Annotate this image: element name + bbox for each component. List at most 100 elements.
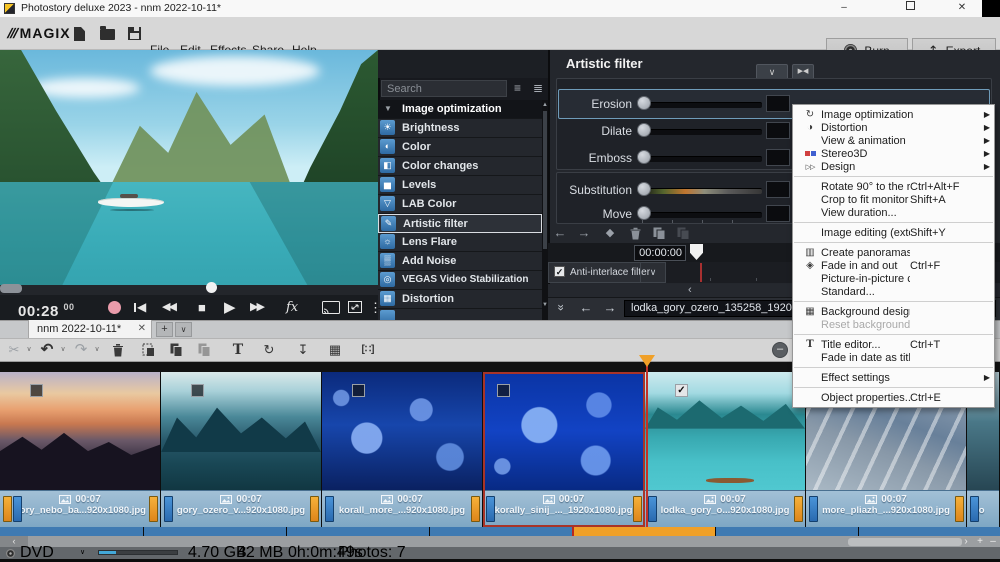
clip-handle-orange[interactable] [471,496,480,522]
crop-to-monitor-button[interactable]: ↧ [294,338,312,362]
undo-dropdown-icon[interactable]: ∨ [58,338,68,362]
clip-lodka-gory[interactable]: ✓ 00:07 lodka_gory_o...920x1080.jpg [645,372,806,527]
ctx-standard[interactable]: Standard... [793,285,994,298]
project-tab[interactable]: nnm 2022-10-11* ✕ [28,320,152,338]
clip-checkbox[interactable] [191,384,204,397]
emboss-slider-track[interactable] [642,156,762,162]
cut-button[interactable]: ✂ [6,338,22,362]
prev-object-button[interactable]: ← [578,300,594,316]
cut-dropdown-icon[interactable]: ∨ [24,338,34,362]
anti-interlace-checkbox[interactable]: ✓ [554,266,565,277]
maximize-button[interactable] [894,0,926,17]
clip-handle-blue[interactable] [648,496,657,522]
clip-handle-orange[interactable] [955,496,964,522]
detail-view-icon[interactable]: ≣ [533,80,543,97]
new-project-button[interactable] [74,27,85,41]
effect-item-color-changes[interactable]: ◧Color changes [378,157,542,176]
emboss-slider-thumb[interactable] [637,150,651,164]
ctx-view-duration[interactable]: View duration... [793,206,994,219]
clip-checkbox-checked[interactable]: ✓ [675,384,688,397]
clip-handle-blue[interactable] [13,496,22,522]
erosion-slider-thumb[interactable] [637,96,651,110]
effect-item-lens-flare[interactable]: ☼Lens Flare [378,233,542,252]
erosion-slider-track[interactable] [642,102,762,108]
overview-selected-segment[interactable] [572,527,715,536]
keyframe-timecode[interactable]: 00:00:00 [634,245,686,261]
rewind-button[interactable]: ◀◀ [162,295,175,320]
copy-button[interactable] [170,343,183,362]
ctx-image-editing-external[interactable]: Image editing (external)...Shift+Y [793,226,994,239]
delete-button[interactable] [112,343,124,362]
ctx-design[interactable]: ▷▷Design▶ [793,160,994,173]
ctx-fade-in-date[interactable]: Fade in date as title... [793,351,994,364]
keyframe-cursor[interactable] [700,263,702,282]
anti-interlace-dropdown[interactable]: ∨ [640,262,665,283]
scrubber-playhead[interactable] [206,282,217,293]
rotate-button[interactable]: ↻ [260,338,278,362]
zoom-out-button[interactable]: – [772,342,788,358]
ctx-view-animation[interactable]: View & animation▶ [793,134,994,147]
undo-button[interactable]: ↶ [38,338,56,362]
stop-button[interactable]: ■ [198,295,206,320]
delete-keyframe-button[interactable] [628,224,642,242]
redo-button[interactable]: ↷ [72,338,90,362]
ctx-reset-background[interactable]: Reset background [793,318,994,331]
substitution-value-box[interactable] [766,181,790,198]
move-slider-thumb[interactable] [637,206,651,220]
emboss-value-box[interactable] [766,149,790,166]
paste-keyframe-button[interactable] [676,224,690,242]
ctx-pip-collages[interactable]: Picture-in-picture collages... [793,272,994,285]
ctx-image-optimization[interactable]: ↻Image optimization▶ [793,108,994,121]
effects-group-header[interactable]: ▼ Image optimization [378,100,542,119]
burn-target[interactable]: DVD [20,547,54,559]
keyframe-next-button[interactable]: → [576,224,592,242]
timeline-overview-strip[interactable] [0,527,1000,536]
ctx-effect-settings[interactable]: Effect settings▶ [793,371,994,384]
ctx-object-properties[interactable]: Object properties...Ctrl+E [793,391,994,404]
preview-fx-button[interactable]: fx [286,295,298,320]
burn-target-dropdown-icon[interactable]: ∨ [80,547,85,559]
clip-checkbox[interactable] [352,384,365,397]
dilate-value-box[interactable] [766,122,790,139]
clip-handle-orange[interactable] [310,496,319,522]
tab-close-icon[interactable]: ✕ [138,320,146,338]
effects-scrollbar-thumb[interactable] [543,111,547,249]
scrubber-left-handle[interactable] [0,284,22,293]
tab-list-button[interactable]: ∨ [175,322,192,337]
cut-object-button[interactable] [142,343,155,362]
clip-handle-blue[interactable] [809,496,818,522]
ctx-title-editor[interactable]: TTitle editor...Ctrl+T [793,338,994,351]
list-view-icon[interactable]: ≡ [514,80,521,97]
dilate-slider-track[interactable] [642,129,762,135]
playhead-marker[interactable] [639,355,655,367]
preview-scrubber[interactable] [0,285,378,295]
effect-item-vegas-stabilization[interactable]: ◎VEGAS Video Stabilization [378,271,542,290]
clip-korall-more[interactable]: 00:07 korall_more_...920x1080.jpg [322,372,483,527]
effect-item-distortion[interactable]: ▦Distortion [378,290,542,309]
title-editor-button[interactable]: T [230,338,246,362]
paste-button[interactable] [198,343,211,362]
fast-forward-button[interactable]: ▶▶ [250,295,263,320]
ctx-background-design[interactable]: ▦Background design... [793,305,994,318]
substitution-slider-thumb[interactable] [637,182,651,196]
video-preview[interactable] [0,50,378,285]
fullscreen-button[interactable] [348,295,362,320]
effect-item-brightness[interactable]: ☀Brightness [378,119,542,138]
save-project-button[interactable] [128,27,141,40]
object-properties-button[interactable]: [∷] [356,338,380,362]
effect-item-partial[interactable] [378,309,542,320]
cast-button[interactable] [322,295,340,320]
ctx-fade-in-out[interactable]: ◈Fade in and outCtrl+F [793,259,994,272]
clip-gory-ozero[interactable]: 00:07 gory_ozero_v...920x1080.jpg [161,372,322,527]
ctx-rotate-90[interactable]: Rotate 90° to the rightCtrl+Alt+F [793,180,994,193]
add-keyframe-button[interactable]: ◆ [602,224,618,242]
clip-handle-orange[interactable] [3,496,12,522]
effect-item-add-noise[interactable]: ▒Add Noise [378,252,542,271]
move-slider-track[interactable] [642,212,762,218]
clip-handle-blue[interactable] [970,496,979,522]
clip-handle-blue[interactable] [164,496,173,522]
substitution-slider-track[interactable] [642,188,762,194]
ctx-crop-to-fit[interactable]: Crop to fit monitorShift+A [793,193,994,206]
redo-dropdown-icon[interactable]: ∨ [92,338,102,362]
new-tab-button[interactable]: + [156,322,173,337]
